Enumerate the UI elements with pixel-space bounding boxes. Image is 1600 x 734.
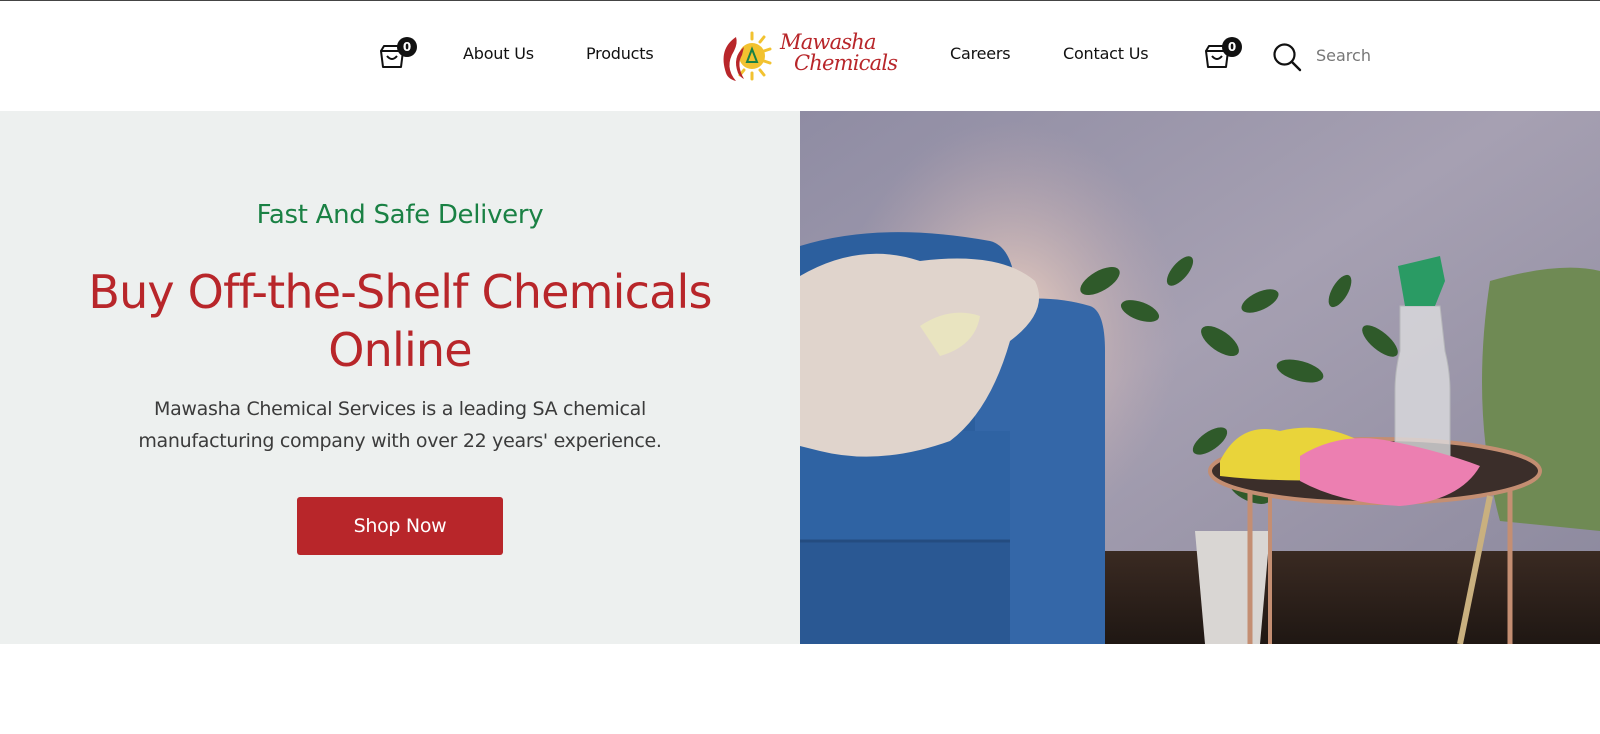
search-icon[interactable]: [1272, 42, 1302, 72]
cart-button-left[interactable]: 0: [378, 37, 418, 73]
search-box[interactable]: [1272, 40, 1402, 74]
nav-contact-us[interactable]: Contact Us: [1063, 44, 1149, 63]
logo-line-2: Chemicals: [794, 51, 898, 75]
cart-button-right[interactable]: 0: [1203, 37, 1243, 73]
cart-count-badge: 0: [397, 37, 417, 57]
shop-now-button[interactable]: Shop Now: [297, 497, 503, 555]
hero-text-panel: Fast And Safe Delivery Buy Off-the-Shelf…: [0, 111, 800, 644]
hero-headline: Buy Off-the-Shelf Chemicals Online: [88, 265, 712, 377]
search-input[interactable]: [1316, 42, 1400, 68]
hero-image: [800, 111, 1600, 644]
hero-eyebrow: Fast And Safe Delivery: [256, 200, 544, 230]
sun-flask-logo-icon: [723, 31, 772, 81]
nav-careers[interactable]: Careers: [950, 44, 1011, 63]
logo-wordmark: Mawasha Chemicals: [780, 30, 898, 75]
logo-line-1: Mawasha: [780, 30, 877, 54]
hero-banner: Fast And Safe Delivery Buy Off-the-Shelf…: [0, 111, 1600, 644]
nav-products[interactable]: Products: [586, 44, 654, 63]
site-logo[interactable]: Mawasha Chemicals: [714, 29, 898, 85]
hero-subtext: Mawasha Chemical Services is a leading S…: [138, 398, 662, 452]
nav-about-us[interactable]: About Us: [463, 44, 534, 63]
site-header: 0 About Us Products Mawasha Chemicals Ca…: [0, 1, 1600, 111]
cart-count-badge: 0: [1222, 37, 1242, 57]
hero-photo-illustration: [800, 111, 1600, 644]
